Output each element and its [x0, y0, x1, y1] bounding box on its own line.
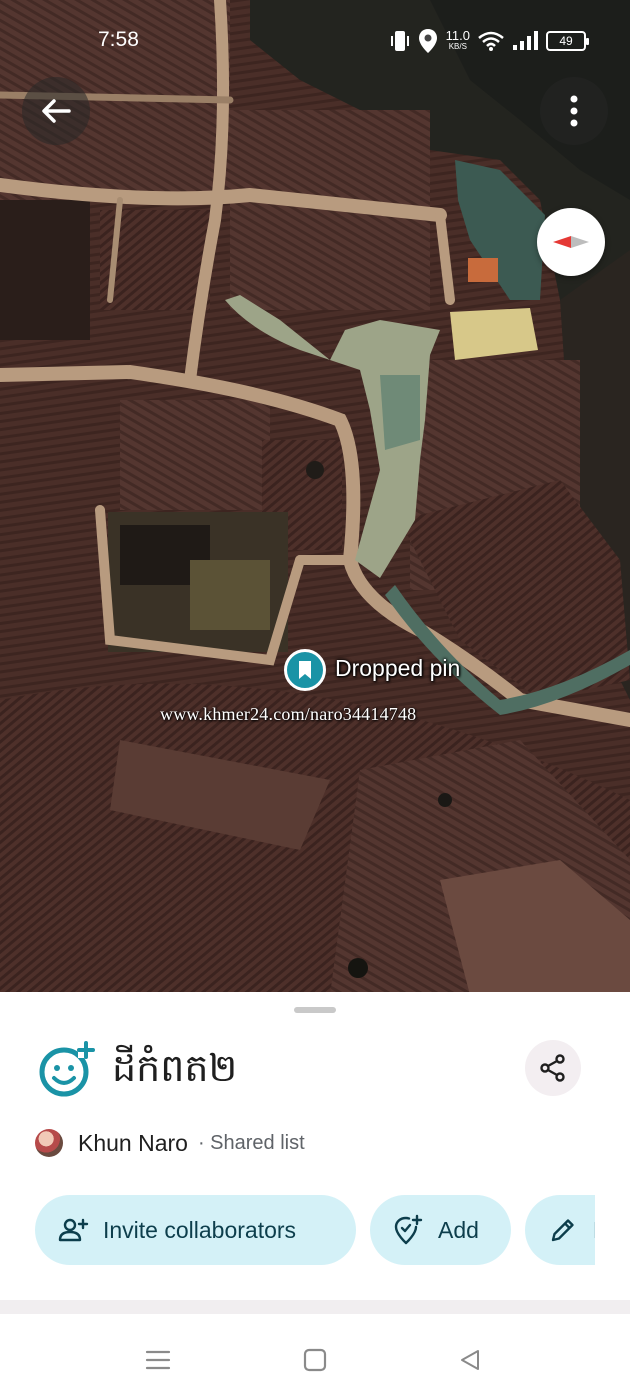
arrow-back-icon: [42, 99, 71, 123]
compass-icon: [553, 236, 589, 248]
invite-collaborators-button[interactable]: Invite collaborators: [35, 1195, 356, 1265]
list-visibility: · Shared list: [197, 1131, 305, 1154]
share-button[interactable]: [525, 1040, 581, 1096]
avatar[interactable]: [35, 1129, 63, 1157]
recents-button[interactable]: [138, 1340, 178, 1380]
invite-collaborators-label: Invite collaborators: [103, 1216, 297, 1243]
menu-icon: [145, 1350, 171, 1370]
status-time: 7:58: [98, 28, 139, 51]
action-chips: Invite collaborators Add E: [35, 1195, 595, 1265]
battery-indicator: 49: [546, 31, 589, 51]
status-bar: 7:58 11.0 KB/S 49: [0, 0, 630, 80]
add-place-button[interactable]: Add: [370, 1195, 511, 1265]
network-speed-unit: KB/S: [448, 42, 467, 51]
add-label: Add: [438, 1216, 479, 1243]
watermark-text: www.khmer24.com/naro34414748: [160, 704, 417, 724]
network-speed: 11.0 KB/S: [445, 28, 470, 52]
add-location-icon: [394, 1214, 423, 1245]
list-owner-row: Khun Naro · Shared list: [35, 1128, 305, 1158]
signal-icon: [513, 31, 538, 50]
back-button[interactable]: [22, 77, 90, 145]
triangle-back-icon: [461, 1350, 479, 1370]
add-reaction-icon: [39, 1041, 95, 1097]
status-icons: 11.0 KB/S 49: [390, 28, 589, 54]
edit-icon: [551, 1219, 574, 1242]
person-add-icon: [58, 1218, 89, 1242]
network-speed-value: 11.0: [445, 28, 470, 43]
bookmark-icon: [299, 661, 311, 679]
dropped-pin-label[interactable]: Dropped pin: [335, 655, 460, 682]
system-nav-bar: [0, 1314, 630, 1400]
satellite-imagery: [0, 0, 630, 995]
wifi-icon: [478, 31, 504, 51]
list-title: ដីកំពត២: [112, 1046, 238, 1090]
more-options-button[interactable]: [540, 77, 608, 145]
dropped-pin-marker[interactable]: [284, 649, 326, 691]
home-button[interactable]: [295, 1340, 335, 1380]
edit-list-button[interactable]: E: [525, 1195, 595, 1265]
location-icon: [418, 29, 437, 53]
drag-handle[interactable]: [294, 1007, 336, 1013]
compass-button[interactable]: [537, 208, 605, 276]
google-maps-screen: 7:58 11.0 KB/S 49 Dropped pin www.khmer2…: [0, 0, 630, 1400]
vibrate-icon: [390, 31, 409, 51]
share-icon: [540, 1054, 565, 1082]
sheet-divider: [0, 1300, 630, 1314]
satellite-map[interactable]: 7:58 11.0 KB/S 49 Dropped pin www.khmer2…: [0, 0, 630, 995]
list-bottom-sheet: ដីកំពត២ Khun Naro · Shared list Invite c…: [0, 992, 630, 1302]
owner-name: Khun Naro: [78, 1129, 188, 1156]
more-vert-icon: [570, 95, 578, 127]
square-icon: [303, 1348, 327, 1372]
edit-label: E: [593, 1217, 595, 1244]
system-back-button[interactable]: [450, 1340, 490, 1380]
